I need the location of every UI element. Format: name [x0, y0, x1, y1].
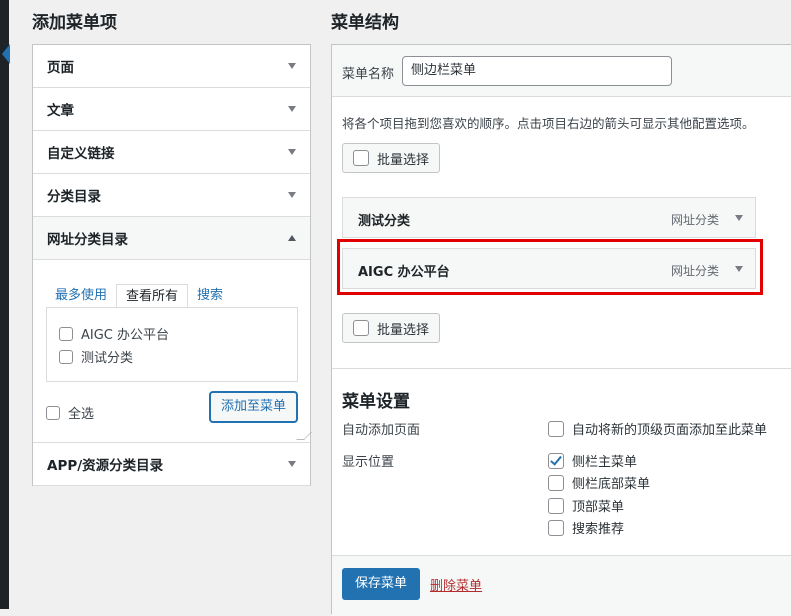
- chevron-down-icon: [288, 106, 296, 112]
- save-menu-button[interactable]: 保存菜单: [342, 568, 420, 600]
- accordion-label: 自定义链接: [47, 146, 115, 162]
- item-label: 测试分类: [81, 351, 134, 366]
- location-option[interactable]: 侧栏底部菜单: [548, 473, 650, 492]
- menu-name-bar: 菜单名称 侧边栏菜单: [332, 45, 791, 97]
- location-checkbox[interactable]: [548, 497, 564, 514]
- admin-sidebar: [0, 0, 10, 609]
- auto-add-checkbox[interactable]: [548, 420, 564, 437]
- location-checkbox[interactable]: [548, 452, 564, 469]
- accordion-url-categories[interactable]: 网址分类目录: [33, 217, 310, 260]
- accordion-label: APP/资源分类目录: [47, 458, 164, 474]
- accordion-pages[interactable]: 页面: [33, 45, 310, 88]
- chevron-up-icon: [288, 235, 296, 241]
- accordion-label: 页面: [47, 60, 74, 76]
- location-option[interactable]: 侧栏主菜单: [548, 451, 637, 470]
- auto-add-option[interactable]: 自动将新的顶级页面添加至此菜单: [548, 419, 767, 438]
- bulk-select-label: 批量选择: [377, 322, 430, 338]
- bulk-select-label: 批量选择: [377, 152, 430, 168]
- location-checkbox[interactable]: [548, 519, 564, 536]
- tab-most-used[interactable]: 最多使用: [46, 284, 116, 308]
- menu-footer: 保存菜单 删除菜单: [332, 555, 791, 616]
- menu-name-label: 菜单名称: [342, 67, 395, 82]
- chevron-down-icon: [288, 149, 296, 155]
- menu-name-input[interactable]: 侧边栏菜单: [402, 56, 672, 86]
- resize-handle-icon[interactable]: [296, 432, 312, 440]
- highlight-box: [337, 239, 763, 295]
- tab-search[interactable]: 搜索: [188, 284, 232, 308]
- list-item[interactable]: 测试分类: [59, 345, 285, 368]
- menu-item[interactable]: 测试分类 网址分类: [342, 197, 756, 238]
- select-all-label: 全选: [68, 407, 95, 422]
- accordion-custom-links[interactable]: 自定义链接: [33, 131, 310, 174]
- bulk-select-button[interactable]: 批量选择: [342, 313, 440, 343]
- location-label: 搜索推荐: [572, 522, 625, 537]
- location-label: 侧栏主菜单: [572, 455, 638, 470]
- chevron-down-icon: [288, 63, 296, 69]
- category-list: AIGC 办公平台 测试分类: [46, 307, 298, 382]
- chevron-down-icon: [288, 192, 296, 198]
- drag-instructions: 将各个项目拖到您喜欢的顺序。点击项目右边的箭头可显示其他配置选项。: [342, 116, 755, 131]
- add-menu-items-panel: 页面 文章 自定义链接 分类目录 网址分类目录 最多使用 查看所有 搜索 AIG…: [32, 44, 312, 486]
- divider: [332, 368, 791, 369]
- auto-add-label: 自动添加页面: [342, 423, 421, 438]
- menu-item-title: 测试分类: [358, 214, 411, 229]
- tab-view-all[interactable]: 查看所有: [116, 284, 189, 308]
- menu-settings-heading: 菜单设置: [342, 392, 410, 412]
- item-checkbox[interactable]: [59, 349, 73, 364]
- select-all-checkbox[interactable]: [46, 405, 60, 420]
- menu-structure-heading: 菜单结构: [331, 13, 399, 33]
- location-label: 顶部菜单: [572, 500, 625, 515]
- chevron-down-icon[interactable]: [735, 215, 743, 221]
- accordion-label: 文章: [47, 103, 74, 119]
- menu-structure-panel: 菜单名称 侧边栏菜单 将各个项目拖到您喜欢的顺序。点击项目右边的箭头可显示其他配…: [331, 44, 791, 616]
- accordion-posts[interactable]: 文章: [33, 88, 310, 131]
- location-option[interactable]: 搜索推荐: [548, 518, 624, 537]
- location-checkbox[interactable]: [548, 474, 564, 491]
- delete-menu-link[interactable]: 删除菜单: [430, 575, 482, 594]
- url-categories-body: 最多使用 查看所有 搜索 AIGC 办公平台 测试分类 全选 添加至菜单: [33, 260, 312, 443]
- bulk-select-checkbox[interactable]: [353, 320, 369, 336]
- list-item[interactable]: AIGC 办公平台: [59, 322, 285, 345]
- add-menu-items-heading: 添加菜单项: [32, 13, 117, 33]
- location-label: 侧栏底部菜单: [572, 477, 651, 492]
- accordion-label: 分类目录: [47, 189, 101, 205]
- accordion-categories[interactable]: 分类目录: [33, 174, 310, 217]
- auto-add-option-label: 自动将新的顶级页面添加至此菜单: [572, 423, 768, 438]
- select-all[interactable]: 全选: [46, 401, 94, 424]
- item-label: AIGC 办公平台: [81, 328, 170, 343]
- chevron-down-icon: [288, 461, 296, 467]
- accordion-label: 网址分类目录: [47, 232, 128, 248]
- accordion-app-resource-categories[interactable]: APP/资源分类目录: [33, 443, 310, 486]
- display-location-label: 显示位置: [342, 455, 395, 470]
- location-option[interactable]: 顶部菜单: [548, 496, 624, 515]
- bulk-select-checkbox[interactable]: [353, 150, 369, 166]
- category-tabs: 最多使用 查看所有 搜索: [46, 284, 232, 308]
- menu-item-type: 网址分类: [670, 213, 719, 227]
- add-to-menu-button[interactable]: 添加至菜单: [209, 392, 297, 422]
- current-menu-arrow-icon: [2, 44, 10, 64]
- bulk-select-button[interactable]: 批量选择: [342, 143, 440, 173]
- item-checkbox[interactable]: [59, 326, 73, 341]
